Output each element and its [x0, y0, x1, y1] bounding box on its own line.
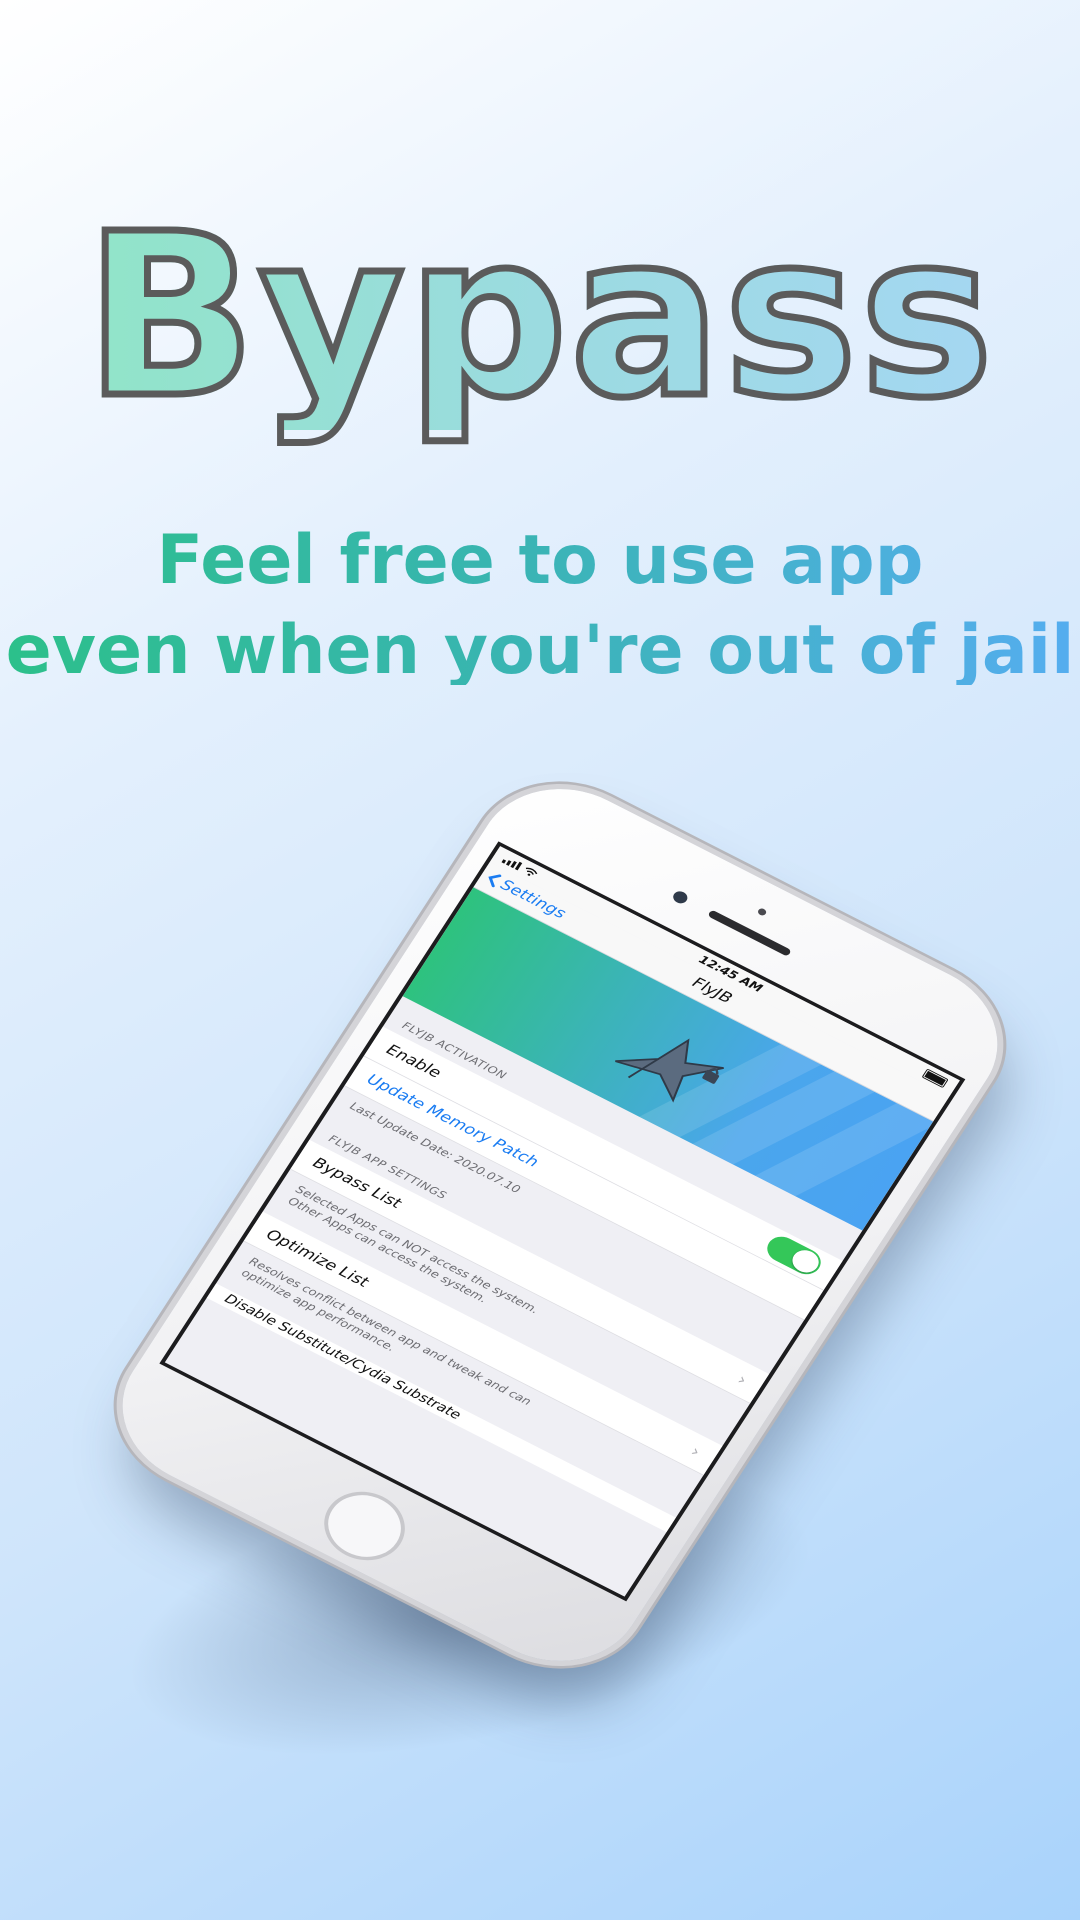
earpiece-speaker: [707, 909, 792, 957]
front-camera-icon: [670, 889, 690, 906]
toggle-knob: [787, 1246, 824, 1277]
chevron-right-icon: ›: [734, 1370, 751, 1389]
wifi-icon: [525, 867, 538, 876]
promo-tagline-line1: Feel free to use app: [0, 527, 1080, 595]
promo-title: Bypass: [0, 201, 1080, 433]
phone-screen: 12:45 AM Settings FlyJB FLYJB ACTIVATION…: [159, 841, 966, 1602]
promo-tagline-line2: even when you're out of jail: [0, 617, 1080, 685]
proximity-sensor: [756, 907, 768, 917]
chevron-right-icon: ›: [687, 1442, 704, 1461]
